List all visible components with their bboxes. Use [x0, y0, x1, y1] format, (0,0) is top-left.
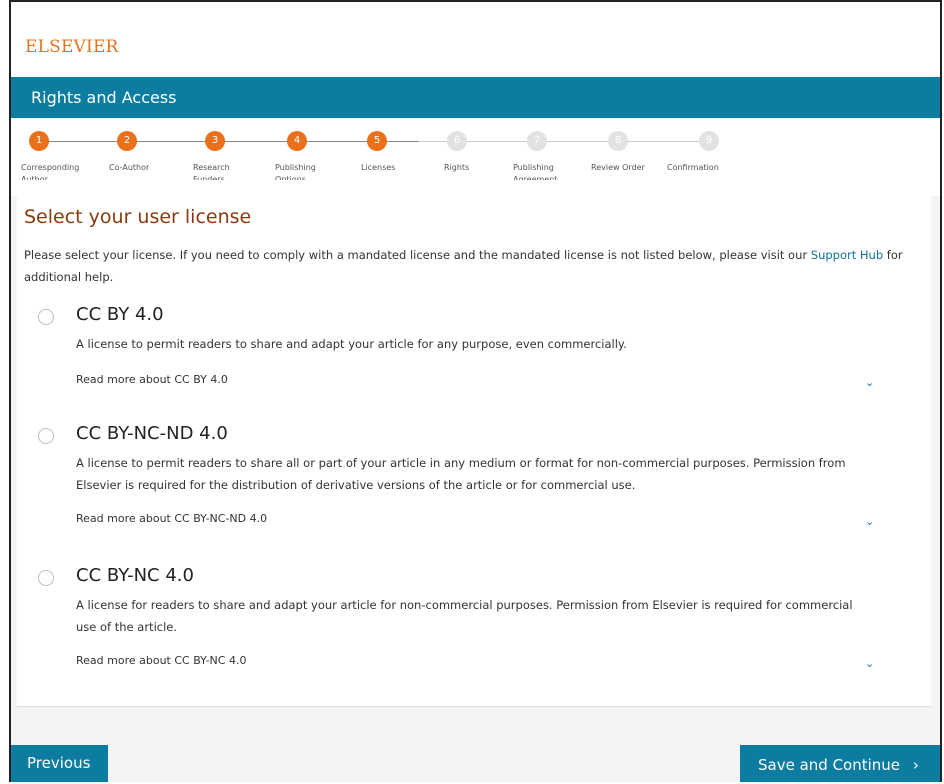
progress-stepper: 1 2 3 4 5 6 7 8 9 Corresponding Author C… — [11, 118, 940, 196]
chevron-down-icon[interactable]: ⌄ — [865, 657, 874, 670]
step-8-dot: 8 — [608, 131, 628, 151]
top-bar: ELSEVIER — [11, 2, 940, 77]
step-9-dot: 9 — [699, 131, 719, 151]
chevron-down-icon[interactable]: ⌄ — [865, 376, 874, 389]
step-3-label: Research Funders — [193, 163, 230, 180]
intro-main: Please select your license. If you need … — [24, 248, 808, 262]
step-4-dot[interactable]: 4 — [287, 131, 307, 151]
step-2-dot[interactable]: 2 — [117, 131, 137, 151]
save-and-continue-label: Save and Continue — [758, 756, 901, 774]
step-3-dot[interactable]: 3 — [205, 131, 225, 151]
page-banner: Rights and Access — [11, 77, 940, 118]
save-and-continue-button[interactable]: Save and Continue › — [740, 745, 940, 782]
step-5-dot[interactable]: 5 — [367, 131, 387, 151]
step-4-label: Publishing Options — [275, 163, 316, 180]
option-title: CC BY 4.0 — [76, 304, 164, 325]
intro-text: Please select your license. If you need … — [24, 244, 919, 288]
option-description: A license to permit readers to share all… — [76, 456, 846, 492]
step-8-label: Review Order — [591, 163, 645, 172]
step-7-label: Publishing Agreement — [513, 163, 558, 180]
step-9-label: Confirmation — [667, 163, 719, 172]
option-description: A license for readers to share and adapt… — [76, 598, 853, 634]
previous-button[interactable]: Previous — [11, 745, 108, 782]
chevron-down-icon[interactable]: ⌄ — [865, 515, 874, 528]
radio-cc-by-nc-nd[interactable] — [38, 428, 54, 444]
option-title: CC BY-NC 4.0 — [76, 565, 194, 586]
stepper-line-complete — [39, 141, 419, 142]
read-more-cc-by-nc-nd[interactable]: Read more about CC BY-NC-ND 4.0 — [76, 512, 267, 525]
chevron-right-icon: › — [912, 756, 919, 774]
step-7-dot: 7 — [527, 131, 547, 151]
license-card: Select your user license Please select y… — [17, 196, 931, 707]
support-hub-link[interactable]: Support Hub — [811, 248, 883, 262]
radio-cc-by-nc[interactable] — [38, 570, 54, 586]
step-5-label: Licenses — [361, 163, 396, 172]
option-description: A license to permit readers to share and… — [76, 337, 627, 351]
option-title: CC BY-NC-ND 4.0 — [76, 423, 228, 444]
app-frame: ELSEVIER Rights and Access 1 2 3 4 5 6 7… — [9, 0, 942, 782]
step-1-label: Corresponding Author — [21, 163, 80, 180]
step-6-dot: 6 — [447, 131, 467, 151]
radio-cc-by[interactable] — [38, 309, 54, 325]
read-more-cc-by-nc[interactable]: Read more about CC BY-NC 4.0 — [76, 654, 246, 667]
elsevier-logo: ELSEVIER — [25, 37, 119, 57]
page-title: Select your user license — [24, 206, 252, 228]
step-6-label: Rights — [444, 163, 470, 172]
step-1-dot[interactable]: 1 — [29, 131, 49, 151]
step-2-label: Co-Author — [109, 163, 150, 172]
read-more-cc-by[interactable]: Read more about CC BY 4.0 — [76, 373, 228, 386]
